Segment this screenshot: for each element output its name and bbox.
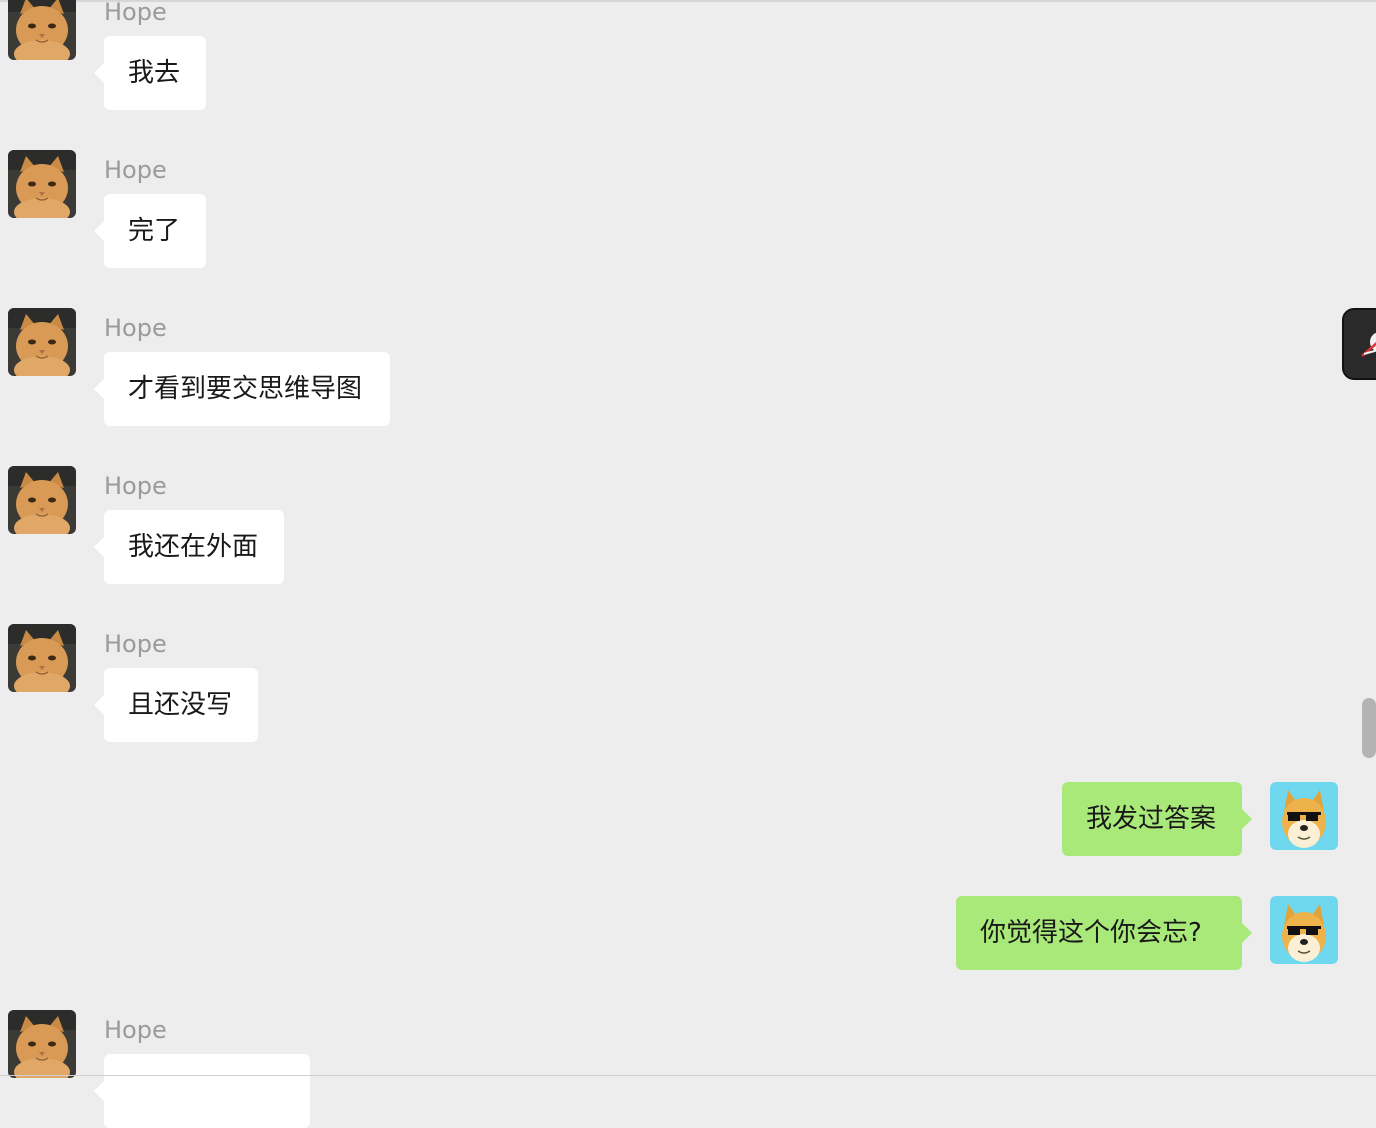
outgoing-message-bubble[interactable]: 你觉得这个你会忘?: [956, 896, 1252, 970]
floating-widget[interactable]: [1342, 308, 1376, 380]
contact-avatar[interactable]: [8, 0, 76, 60]
doge-sunglasses-avatar-icon: [1270, 896, 1338, 964]
incoming-message-bubble[interactable]: 我还在外面: [94, 510, 284, 584]
orange-cat-avatar-icon: [8, 1010, 76, 1078]
my-avatar[interactable]: [1270, 896, 1338, 964]
sender-name: Hope: [104, 630, 167, 658]
incoming-message-bubble[interactable]: 完了: [94, 194, 206, 268]
floating-widget-icon: [1361, 332, 1376, 357]
sender-name: Hope: [104, 314, 167, 342]
orange-cat-avatar-icon: [8, 466, 76, 534]
incoming-message-bubble[interactable]: 且还没写: [94, 668, 258, 742]
scrollbar-thumb[interactable]: [1362, 698, 1376, 758]
orange-cat-avatar-icon: [8, 624, 76, 692]
orange-cat-avatar-icon: [8, 150, 76, 218]
contact-avatar[interactable]: [8, 308, 76, 376]
orange-cat-avatar-icon: [8, 0, 76, 60]
sender-name: Hope: [104, 1016, 167, 1044]
incoming-message-bubble[interactable]: 我去: [94, 36, 206, 110]
contact-avatar[interactable]: [8, 624, 76, 692]
sender-name: Hope: [104, 0, 167, 26]
outgoing-message-bubble[interactable]: 我发过答案: [1062, 782, 1252, 856]
bottom-border: [0, 1075, 1376, 1076]
doge-sunglasses-avatar-icon: [1270, 782, 1338, 850]
sender-name: Hope: [104, 472, 167, 500]
top-border: [0, 0, 1376, 2]
my-avatar[interactable]: [1270, 782, 1338, 850]
incoming-message-bubble[interactable]: 才看到要交思维导图: [94, 352, 390, 426]
orange-cat-avatar-icon: [8, 308, 76, 376]
contact-avatar[interactable]: [8, 1010, 76, 1078]
contact-avatar[interactable]: [8, 466, 76, 534]
incoming-message-bubble[interactable]: [94, 1054, 310, 1128]
sender-name: Hope: [104, 156, 167, 184]
contact-avatar[interactable]: [8, 150, 76, 218]
